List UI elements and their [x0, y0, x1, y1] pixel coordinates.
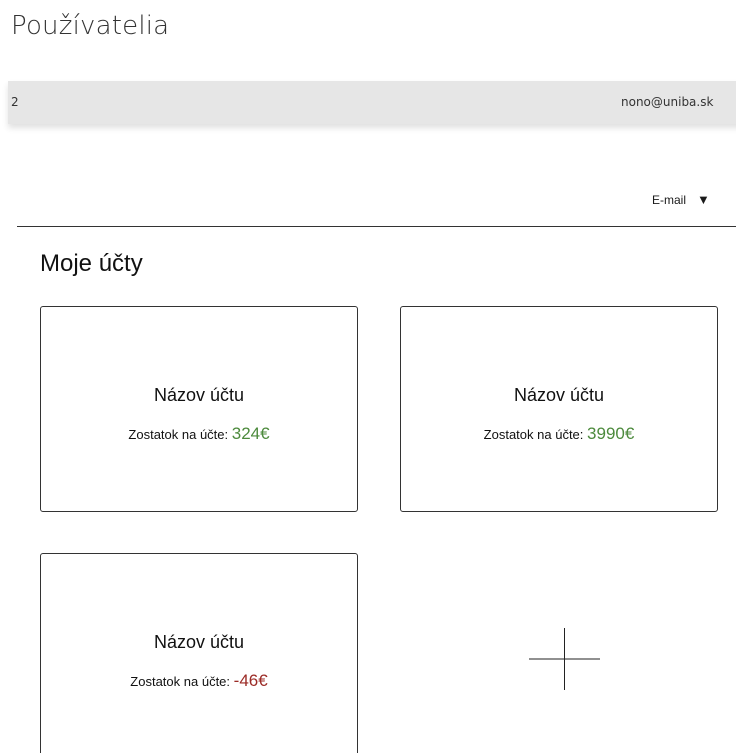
sort-select-value: E-mail	[652, 192, 687, 207]
account-name: Názov účtu	[513, 385, 605, 405]
user-row[interactable]: 2 nono@uniba.sk	[8, 81, 736, 124]
account-balance: Zostatok na účte: 324€	[41, 424, 357, 444]
balance-amount: -46€	[233, 671, 268, 690]
account-card[interactable]: Názov účtu Zostatok na účte: 3990€	[400, 306, 718, 512]
account-name: Názov účtu	[153, 632, 245, 652]
section-title: Moje účty	[40, 250, 143, 277]
balance-label: Zostatok na účte:	[483, 427, 584, 442]
caret-down-icon: ▼	[697, 192, 710, 207]
divider	[17, 226, 736, 227]
account-card[interactable]: Názov účtu Zostatok na účte: -46€	[40, 553, 358, 753]
balance-amount: 3990€	[587, 424, 635, 443]
user-id: 2	[11, 95, 19, 109]
balance-label: Zostatok na účte:	[130, 674, 231, 689]
add-account-button[interactable]	[529, 628, 600, 690]
account-balance: Zostatok na účte: -46€	[41, 671, 357, 691]
plus-icon	[529, 628, 600, 690]
balance-amount: 324€	[231, 424, 270, 443]
account-name: Názov účtu	[153, 385, 245, 405]
balance-label: Zostatok na účte:	[128, 427, 229, 442]
account-card[interactable]: Názov účtu Zostatok na účte: 324€	[40, 306, 358, 512]
page-title: Používatelia	[11, 11, 170, 41]
user-email: nono@uniba.sk	[621, 95, 714, 109]
sort-select[interactable]: E-mail ▼	[652, 192, 710, 207]
account-balance: Zostatok na účte: 3990€	[401, 424, 717, 444]
